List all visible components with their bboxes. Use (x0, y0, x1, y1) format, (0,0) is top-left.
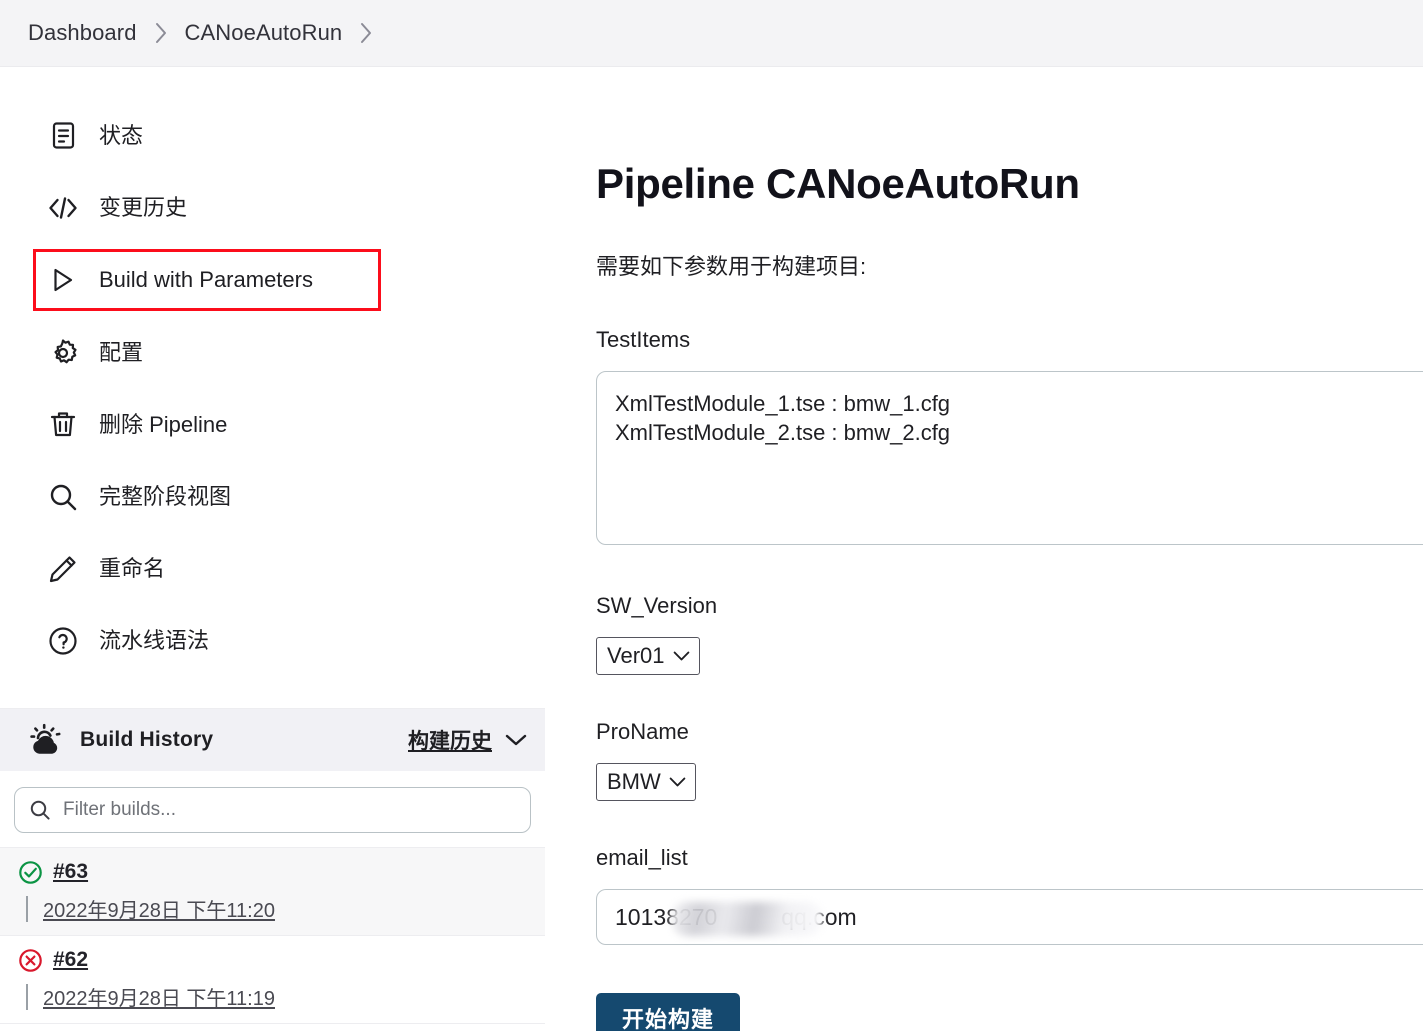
pencil-icon (48, 554, 78, 584)
build-list: #63 2022年9月28日 下午11:20 #62 2022年9月28日 下午… (0, 847, 545, 1024)
search-icon (29, 799, 51, 821)
list-item[interactable]: #63 2022年9月28日 下午11:20 (0, 848, 545, 936)
page-body: 状态 变更历史 Build with Parameters 配置 删除 Pipe… (0, 67, 1423, 1031)
param-label: email_list (596, 845, 688, 870)
main-content: Pipeline CANoeAutoRun 需要如下参数用于构建项目: Test… (545, 67, 1423, 1031)
param-sw-version: SW_Version Ver01 (596, 593, 1423, 675)
build-history-title: Build History (80, 728, 214, 751)
start-build-button[interactable]: 开始构建 (596, 993, 741, 1031)
proname-select-wrap: BMW (596, 763, 696, 801)
sidebar-item-label: 重命名 (99, 555, 166, 581)
sidebar-item-delete-pipeline[interactable]: 删除 Pipeline (0, 397, 545, 452)
x-circle-icon (18, 948, 43, 973)
sw-version-select[interactable]: Ver01 (596, 637, 700, 675)
breadcrumb-item-canoeautorun[interactable]: CANoeAutoRun (185, 20, 343, 46)
page-title: Pipeline CANoeAutoRun (596, 160, 1080, 207)
build-number-link[interactable]: #62 (53, 948, 88, 972)
form-description: 需要如下参数用于构建项目: (596, 254, 867, 279)
param-label: SW_Version (596, 593, 718, 618)
testitems-textarea[interactable]: XmlTestModule_1.tse : bmw_1.cfg XmlTestM… (596, 371, 1423, 545)
sidebar-item-changes[interactable]: 变更历史 (0, 180, 545, 235)
build-date-link[interactable]: 2022年9月28日 下午11:19 (43, 982, 275, 1011)
sidebar-item-label: 流水线语法 (99, 627, 210, 653)
build-date-link[interactable]: 2022年9月28日 下午11:20 (43, 894, 275, 923)
breadcrumb: Dashboard CANoeAutoRun (0, 0, 1423, 67)
chevron-right-icon (137, 22, 185, 44)
sidebar-item-label: 配置 (99, 339, 144, 365)
play-icon (48, 265, 78, 295)
code-icon (48, 193, 78, 223)
param-testitems: TestItems XmlTestModule_1.tse : bmw_1.cf… (596, 327, 1423, 545)
build-row-header: #62 (18, 945, 545, 975)
gear-icon (48, 338, 78, 368)
breadcrumb-item-dashboard[interactable]: Dashboard (28, 20, 137, 46)
chevron-down-icon[interactable] (505, 729, 527, 751)
timeline-tick (26, 895, 28, 922)
question-icon (48, 626, 78, 656)
document-icon (48, 121, 78, 151)
build-history-panel: Build History 构建历史 Filter builds... #63 … (0, 708, 545, 1024)
search-input[interactable] (63, 799, 516, 821)
sidebar-item-build-with-parameters[interactable]: Build with Parameters (33, 249, 381, 311)
sidebar-item-label: 删除 Pipeline (99, 411, 228, 437)
sidebar-item-pipeline-syntax[interactable]: 流水线语法 (0, 613, 545, 668)
build-history-link[interactable]: 构建历史 (408, 725, 492, 755)
sidebar-item-label: 完整阶段视图 (99, 483, 232, 509)
email-field-wrap (596, 889, 1423, 945)
trash-icon (48, 410, 78, 440)
list-item[interactable]: #62 2022年9月28日 下午11:19 (0, 936, 545, 1024)
sidebar-nav: 状态 变更历史 Build with Parameters 配置 删除 Pipe… (0, 67, 545, 668)
build-history-actions: 构建历史 (408, 725, 527, 755)
weather-cloudy-sun-icon (26, 721, 64, 759)
param-label: TestItems (596, 327, 691, 352)
sidebar-item-label: Build with Parameters (99, 267, 313, 292)
sidebar-item-label: 变更历史 (99, 194, 188, 220)
email-list-input[interactable] (596, 889, 1423, 945)
build-filter[interactable] (14, 787, 531, 833)
check-circle-icon (18, 860, 43, 885)
param-email-list: email_list (596, 845, 1423, 945)
timeline-tick (26, 983, 28, 1010)
param-label: ProName (596, 719, 689, 744)
proname-select[interactable]: BMW (596, 763, 696, 801)
chevron-right-icon-2[interactable] (342, 22, 390, 44)
build-row-header: #63 (18, 857, 545, 887)
param-proname: ProName BMW (596, 719, 1423, 801)
build-row-meta: 2022年9月28日 下午11:19 (18, 982, 545, 1011)
sidebar-item-rename[interactable]: 重命名 (0, 541, 545, 596)
sidebar: 状态 变更历史 Build with Parameters 配置 删除 Pipe… (0, 67, 545, 1031)
build-number-link[interactable]: #63 (53, 860, 88, 884)
sidebar-item-status[interactable]: 状态 (0, 108, 545, 163)
build-filter-container (0, 771, 545, 847)
sw-version-select-wrap: Ver01 (596, 637, 700, 675)
sidebar-item-full-stage-view[interactable]: 完整阶段视图 (0, 469, 545, 524)
sidebar-item-configure[interactable]: 配置 (0, 325, 545, 380)
search-icon (48, 482, 78, 512)
sidebar-item-label: 状态 (99, 122, 144, 148)
build-history-header: Build History 构建历史 (0, 709, 545, 771)
build-row-meta: 2022年9月28日 下午11:20 (18, 894, 545, 923)
